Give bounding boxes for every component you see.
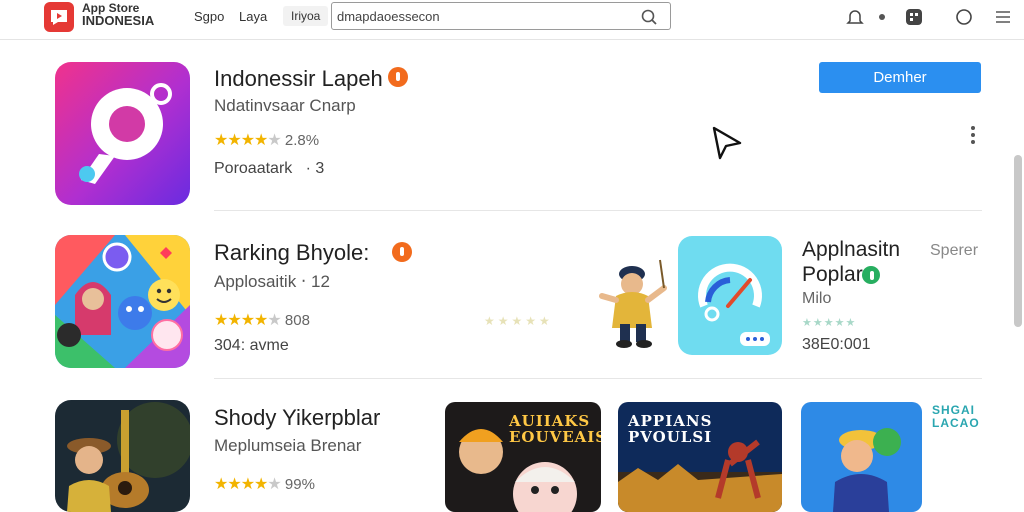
- featured-meta: 38E0:001: [802, 336, 871, 353]
- featured-subtitle: Milo: [802, 290, 832, 307]
- top-header: App Store INDONESIA Sgpo Laya Iriyoa: [0, 0, 1024, 40]
- meta-count: 3: [315, 160, 325, 177]
- brand-line-2: INDONESIA: [82, 13, 155, 28]
- character-illustration: [599, 259, 667, 348]
- verified-badge-icon: [862, 266, 880, 284]
- more-vertical-icon[interactable]: [966, 124, 980, 148]
- app-rating-2: ★★★★★ 808: [214, 310, 310, 330]
- card-title-3: SHGAI LACAO: [932, 403, 980, 430]
- row-divider: [214, 378, 982, 379]
- nav-item-3[interactable]: Iriyoa: [283, 6, 329, 26]
- featured-side-label: Sperer: [930, 242, 979, 259]
- faint-stars: ★★★★★: [484, 314, 553, 328]
- app-subtitle-1: Ndatinvsaar Cnarp: [214, 96, 356, 115]
- game-card-2[interactable]: APPIANS PVOULSI: [618, 402, 782, 512]
- verified-badge-icon: [388, 67, 408, 87]
- bell-icon[interactable]: [845, 7, 865, 27]
- game-card-3[interactable]: [801, 402, 922, 512]
- game-art: [801, 402, 922, 512]
- app-meta-1: Poroaatark · 3: [214, 160, 324, 178]
- install-button[interactable]: Demher: [819, 62, 981, 93]
- app-subtitle-2: Applosaitik ‧ 12: [214, 272, 330, 291]
- search-input[interactable]: [337, 7, 627, 25]
- star-rating: ★★★★★: [214, 312, 282, 329]
- star-rating: ★★★★★: [214, 476, 282, 493]
- game-card-1[interactable]: AUIIAKS EOUVEAIS: [445, 402, 601, 512]
- chat-bubble-icon: [55, 62, 190, 205]
- app-meta-2: 304: avme: [214, 337, 289, 354]
- app-rating-1: ★★★★★ 2.8%: [214, 130, 319, 150]
- verified-badge-icon: [392, 242, 412, 262]
- cursor-icon: [712, 126, 742, 160]
- circle-icon[interactable]: [954, 7, 974, 27]
- app-icon-3[interactable]: [55, 400, 190, 512]
- app-rating-3: ★★★★★ 99%: [214, 474, 315, 494]
- featured-title-line-2[interactable]: Poplar: [802, 263, 863, 287]
- app-title-1[interactable]: Indonessir Lapeh: [214, 66, 383, 92]
- app-subtitle-3: Meplumseia Brenar: [214, 436, 362, 455]
- nav-item-2[interactable]: Laya: [239, 9, 267, 24]
- app-title-3[interactable]: Shody Yikerpblar: [214, 405, 380, 431]
- app-title-2[interactable]: Rarking Bhyole:: [214, 240, 369, 266]
- star-rating: ★★★★★: [214, 132, 282, 149]
- brand-name: App Store INDONESIA: [82, 2, 154, 27]
- gauge-icon: [678, 236, 782, 355]
- dot-icon[interactable]: [878, 13, 886, 21]
- grid-icon[interactable]: [904, 7, 924, 27]
- nav-item-1[interactable]: Sgpo: [194, 9, 224, 24]
- search-icon[interactable]: [640, 8, 658, 26]
- rating-value: 2.8%: [284, 132, 320, 149]
- featured-stars: ★★★★★: [802, 317, 857, 329]
- search-box[interactable]: [331, 2, 671, 30]
- card-title-1: AUIIAKS EOUVEAIS: [509, 412, 601, 446]
- rating-value: 808: [284, 312, 310, 329]
- guitar-player-icon: [55, 400, 190, 512]
- featured-title-line-1[interactable]: Applnasitn: [802, 238, 900, 262]
- menu-icon[interactable]: [995, 10, 1011, 24]
- meta-separator: ·: [305, 160, 311, 177]
- card-title-2: APPIANS PVOULSI: [628, 412, 713, 446]
- app-icon-2[interactable]: [55, 235, 190, 368]
- logo-glyph-icon: [51, 10, 67, 25]
- row-divider: [214, 210, 982, 211]
- featured-app-icon[interactable]: [678, 236, 782, 355]
- rating-value: 99%: [284, 476, 315, 493]
- app-store-logo[interactable]: [44, 2, 74, 32]
- developer-name: Poroaatark: [214, 160, 293, 177]
- social-collage-icon: [55, 235, 190, 368]
- scrollbar-thumb[interactable]: [1014, 155, 1022, 327]
- app-icon-1[interactable]: [55, 62, 190, 205]
- app-store-page: App Store INDONESIA Sgpo Laya Iriyoa dma…: [0, 0, 1024, 512]
